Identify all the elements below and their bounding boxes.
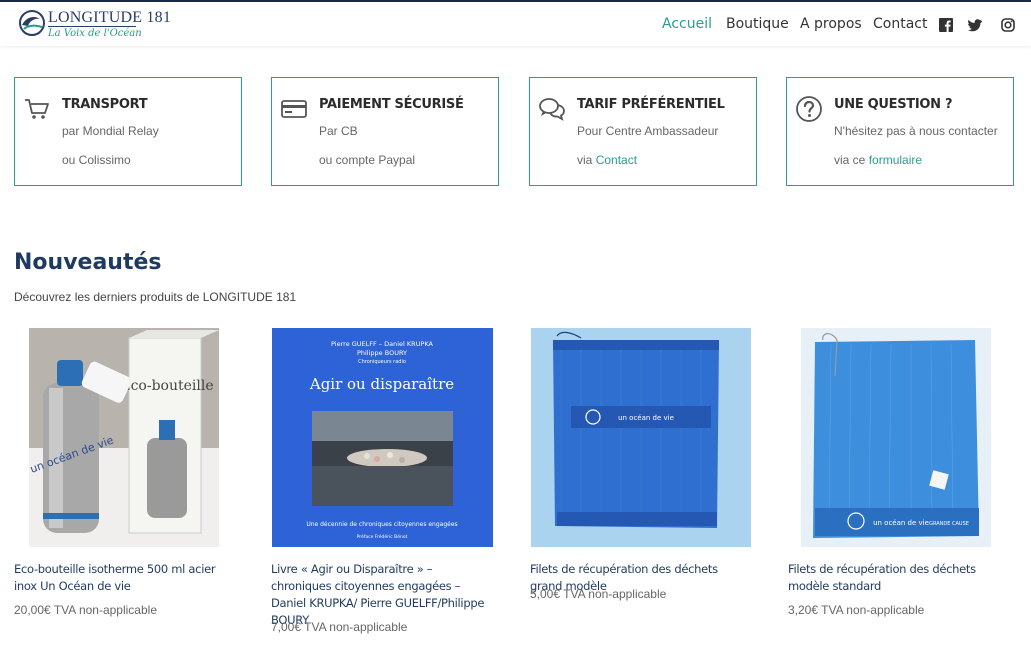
net-print: un océan de vie bbox=[618, 414, 674, 422]
section-title: Nouveautés bbox=[14, 250, 162, 275]
box-print: Éco-bouteille bbox=[120, 376, 213, 394]
product-name[interactable]: Filets de récupération des déchets modèl… bbox=[788, 561, 1003, 595]
feature-line: N'hésitez pas à nous contacter bbox=[834, 124, 998, 138]
facebook-icon[interactable] bbox=[939, 18, 953, 32]
book-role: Chroniqueurs radio bbox=[358, 359, 406, 365]
feature-title: UNE QUESTION ? bbox=[834, 97, 953, 112]
nav-a-propos[interactable]: A propos bbox=[800, 16, 862, 32]
logo-tagline: La Voix de l'Océan bbox=[48, 26, 142, 39]
product-price: 7,00€ TVA non-applicable bbox=[271, 620, 408, 634]
contact-link[interactable]: Contact bbox=[596, 153, 637, 167]
feature-question: UNE QUESTION ? N'hésitez pas à nous cont… bbox=[786, 77, 1014, 186]
chat-bubbles-icon bbox=[539, 98, 565, 121]
book-title: Agir ou disparaître bbox=[309, 375, 454, 393]
book-preface: Préface Frédéric Bénot bbox=[357, 533, 408, 540]
feature-line: via Contact bbox=[577, 153, 637, 167]
instagram-icon[interactable] bbox=[1001, 18, 1015, 32]
feature-line: via ce formulaire bbox=[834, 153, 922, 167]
product-image[interactable]: Éco-bouteille un océan de vie bbox=[29, 328, 219, 547]
feature-title: PAIEMENT SÉCURISÉ bbox=[319, 97, 464, 112]
feature-title: TRANSPORT bbox=[62, 97, 148, 112]
form-link[interactable]: formulaire bbox=[869, 153, 922, 167]
feature-line: par Mondial Relay bbox=[62, 124, 159, 138]
logo-title: LONGITUDE 181 bbox=[48, 9, 172, 26]
nav-contact[interactable]: Contact bbox=[873, 16, 927, 32]
feature-title: TARIF PRÉFÉRENTIEL bbox=[577, 97, 725, 112]
feature-line: Par CB bbox=[319, 124, 358, 138]
site-header: LONGITUDE 181 La Voix de l'Océan Accueil… bbox=[0, 2, 1031, 46]
book-tagline: Une décennie de chroniques citoyennes en… bbox=[306, 521, 457, 528]
net-print: un océan de vie bbox=[873, 519, 929, 527]
feature-paiement: PAIEMENT SÉCURISÉ Par CB ou compte Paypa… bbox=[271, 77, 499, 186]
twitter-icon[interactable] bbox=[968, 18, 982, 32]
book-authors: Pierre GUELFF – Daniel KRUPKA bbox=[331, 340, 434, 348]
nav-accueil[interactable]: Accueil bbox=[662, 16, 712, 32]
site-logo[interactable]: LONGITUDE 181 La Voix de l'Océan bbox=[18, 7, 171, 41]
wave-logo-icon bbox=[19, 10, 45, 36]
feature-line: ou compte Paypal bbox=[319, 153, 416, 167]
feature-line-prefix: via ce bbox=[834, 153, 869, 167]
book-authors: Philippe BOURY bbox=[357, 349, 407, 357]
product-name[interactable]: Eco-bouteille isotherme 500 ml acier ino… bbox=[14, 561, 229, 595]
section-subtitle: Découvrez les derniers produits de LONGI… bbox=[14, 290, 297, 304]
product-price: 20,00€ TVA non-applicable bbox=[14, 603, 157, 617]
feature-transport: TRANSPORT par Mondial Relay ou Colissimo bbox=[14, 77, 242, 186]
feature-line: Pour Centre Ambassadeur bbox=[577, 124, 719, 138]
product-image[interactable]: un océan de vie bbox=[531, 328, 751, 547]
product-price: 3,20€ TVA non-applicable bbox=[788, 603, 925, 617]
nav-boutique[interactable]: Boutique bbox=[726, 16, 789, 32]
feature-line-prefix: via bbox=[577, 153, 596, 167]
credit-card-icon bbox=[281, 100, 307, 118]
feature-line: ou Colissimo bbox=[62, 153, 131, 167]
product-name[interactable]: Livre « Agir ou Disparaître » – chroniqu… bbox=[271, 561, 486, 629]
product-image[interactable]: Pierre GUELFF – Daniel KRUPKA Philippe B… bbox=[272, 328, 493, 547]
cart-icon bbox=[25, 99, 49, 119]
net-brand: GRANDE CAUSE bbox=[929, 521, 969, 527]
product-price: 5,00€ TVA non-applicable bbox=[530, 587, 667, 601]
question-icon bbox=[796, 96, 822, 122]
product-image[interactable]: un océan de vie GRANDE CAUSE bbox=[801, 328, 991, 547]
feature-tarif: TARIF PRÉFÉRENTIEL Pour Centre Ambassade… bbox=[529, 77, 757, 186]
